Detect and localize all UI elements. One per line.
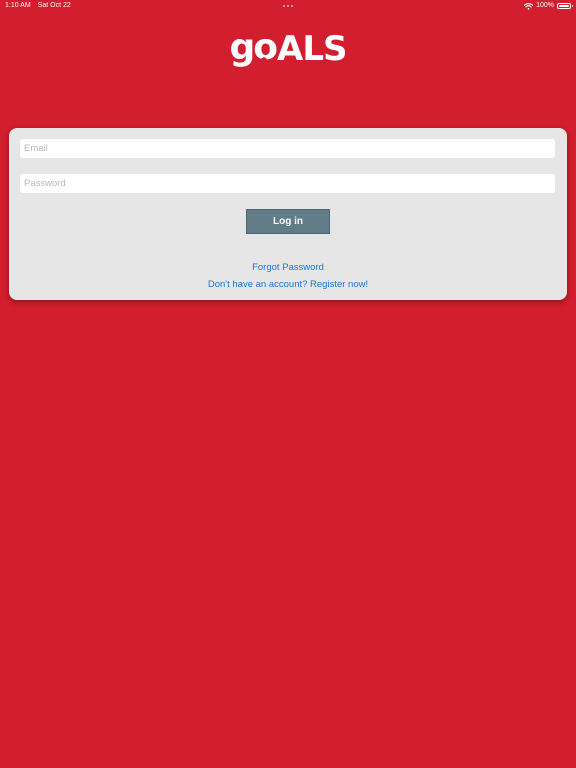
app-logo: go ALS [0, 29, 576, 69]
person-figure-icon [257, 57, 270, 69]
status-date: Sat Oct 22 [37, 2, 71, 9]
battery-icon [557, 3, 573, 9]
logo-text-als: ALS [277, 29, 347, 69]
status-bar: 1:10 AM Sat Oct 22 100% [0, 0, 576, 12]
logo-wordmark: go ALS [230, 29, 347, 69]
forgot-password-link[interactable]: Forgot Password [9, 262, 567, 274]
multitasking-dots-icon[interactable] [283, 5, 293, 7]
status-left: 1:10 AM Sat Oct 22 [5, 0, 71, 12]
status-right: 100% [524, 0, 573, 12]
battery-fill [559, 5, 569, 7]
login-button[interactable]: Log in [246, 209, 330, 234]
register-link[interactable]: Don't have an account? Register now! [9, 279, 567, 291]
login-card: Log in Forgot Password Don't have an acc… [9, 128, 567, 300]
email-field[interactable] [20, 139, 555, 158]
battery-percent: 100% [536, 2, 554, 9]
status-time: 1:10 AM [5, 2, 31, 9]
password-field[interactable] [20, 174, 555, 193]
wifi-icon [524, 2, 534, 10]
